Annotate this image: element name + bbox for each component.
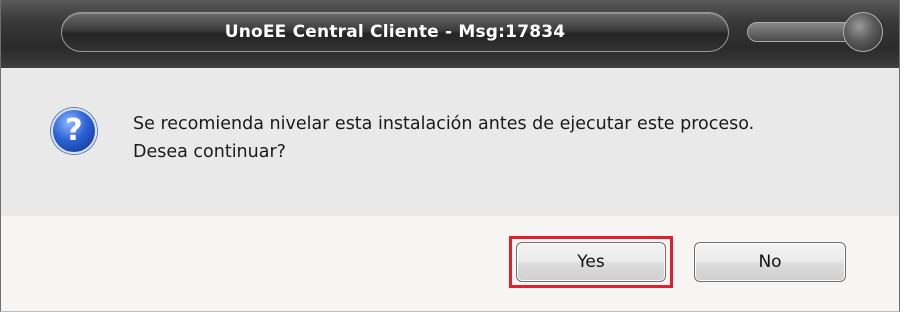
- message-line-2: Desea continuar?: [133, 142, 286, 162]
- no-button[interactable]: No: [694, 242, 846, 282]
- title-bar[interactable]: UnoEE Central Cliente - Msg:17834: [1, 0, 899, 68]
- message-text: Se recomienda nivelar esta instalación a…: [133, 110, 873, 166]
- window-controls: [739, 10, 889, 54]
- question-icon: ?: [51, 108, 97, 154]
- close-knob-icon[interactable]: [843, 12, 883, 52]
- message-line-1: Se recomienda nivelar esta instalación a…: [133, 114, 755, 134]
- yes-button-highlight: [509, 236, 673, 288]
- window-title: UnoEE Central Cliente - Msg:17834: [224, 22, 566, 42]
